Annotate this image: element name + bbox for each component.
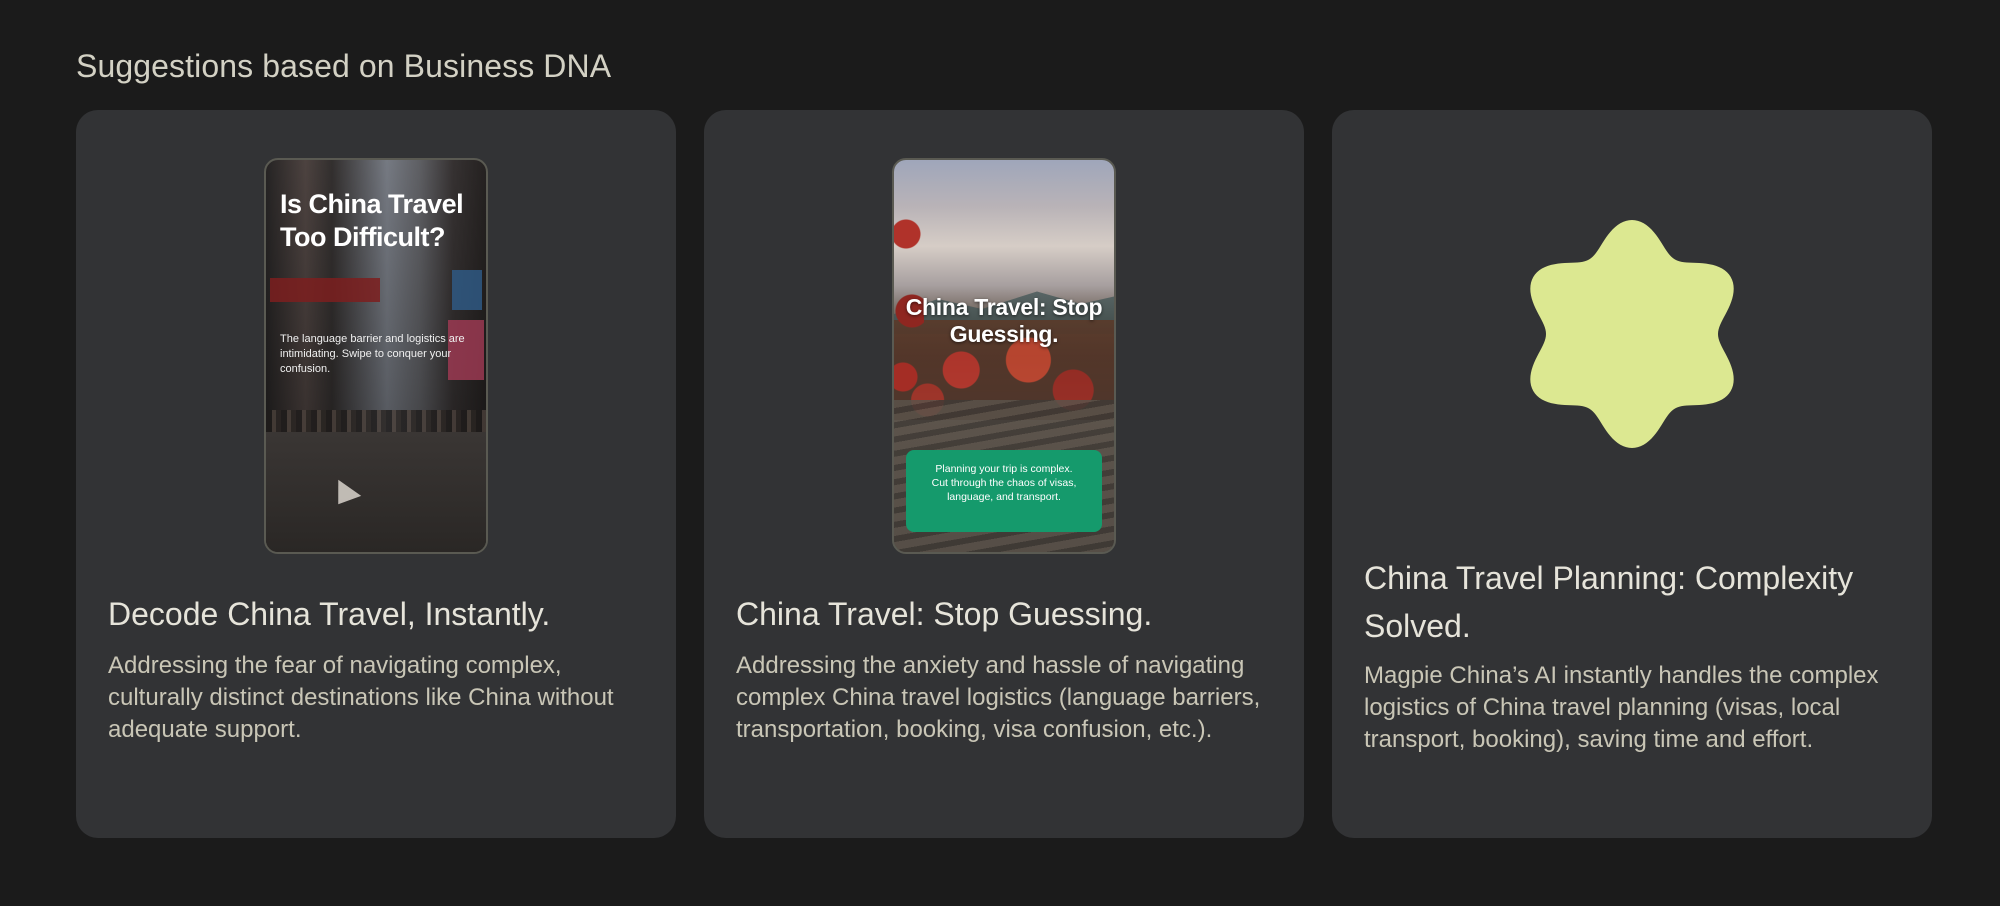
street-sign-decoration	[270, 278, 380, 302]
post-preview-thumbnail[interactable]: Is China Travel Too Difficult? The langu…	[264, 158, 488, 554]
card-title: China Travel Planning: Complexity Solved…	[1364, 560, 1854, 644]
thumbnail-headline: China Travel: Stop Guessing.	[905, 294, 1103, 347]
suggestion-card[interactable]: China Travel: Stop Guessing. Planning yo…	[704, 110, 1304, 838]
suggestion-card[interactable]: China Travel Planning: Complexity Solved…	[1332, 110, 1932, 838]
street-sign-decoration	[452, 270, 482, 310]
thumbnail-headline: Is China Travel Too Difficult?	[280, 189, 464, 252]
thumbnail-callout-box: Planning your trip is complex. Cut throu…	[906, 450, 1102, 532]
scalloped-blob-icon	[1530, 220, 1734, 448]
suggestions-page: Suggestions based on Business DNA Is Chi…	[0, 0, 2000, 906]
section-title: Suggestions based on Business DNA	[76, 48, 612, 84]
street-decoration	[266, 432, 486, 552]
card-description: Magpie China’s AI instantly handles the …	[1364, 662, 1879, 753]
thumbnail-subtext: The language barrier and logistics are i…	[280, 333, 465, 375]
loading-graphic	[1332, 218, 1932, 458]
card-description: Addressing the fear of navigating comple…	[108, 652, 614, 743]
post-preview-thumbnail[interactable]: China Travel: Stop Guessing. Planning yo…	[892, 158, 1116, 554]
card-title: China Travel: Stop Guessing.	[736, 596, 1153, 632]
card-description: Addressing the anxiety and hassle of nav…	[736, 652, 1261, 743]
suggestion-card[interactable]: Is China Travel Too Difficult? The langu…	[76, 110, 676, 838]
thumbnail-callout-text: Planning your trip is complex. Cut throu…	[931, 463, 1077, 503]
card-title: Decode China Travel, Instantly.	[108, 596, 551, 632]
